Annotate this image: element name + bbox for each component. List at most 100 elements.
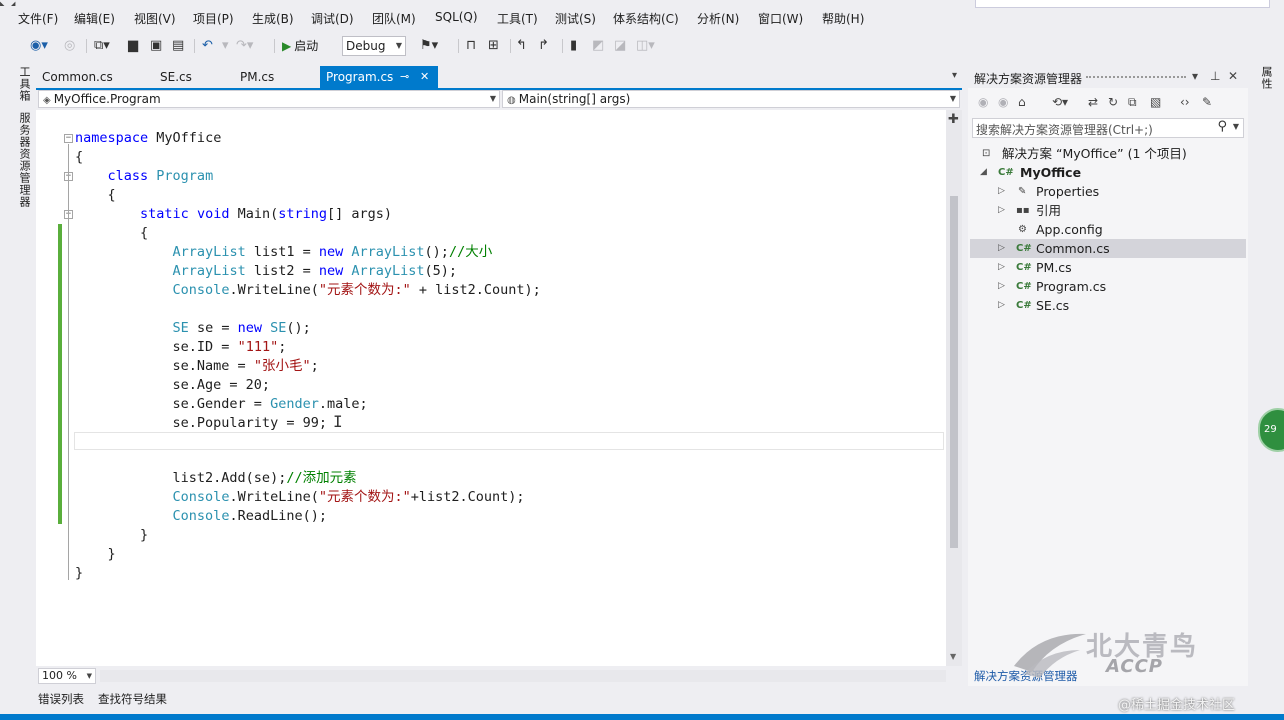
menu-view[interactable]: 视图(V) xyxy=(134,10,176,27)
scroll-down-icon[interactable]: ▼ xyxy=(950,652,956,661)
undo-dropdown-icon[interactable]: ▾ xyxy=(222,37,229,55)
tree-item-references[interactable]: ▷ ▪▪ 引用 xyxy=(970,201,1246,220)
solution-search-input[interactable]: 搜索解决方案资源管理器(Ctrl+;) ⚲ ▼ xyxy=(972,118,1244,138)
bookmark-icon[interactable]: ▮ xyxy=(570,37,577,55)
toolbar-separator xyxy=(562,39,563,53)
tree-item-program-cs[interactable]: ▷ C# Program.cs xyxy=(970,277,1246,296)
solution-configuration-select[interactable]: Debug ▼ xyxy=(342,36,406,56)
properties-wrench-icon[interactable]: ✎ xyxy=(1202,95,1212,109)
code-line: class Program xyxy=(75,167,214,186)
next-bookmark-icon[interactable]: ◪ xyxy=(614,37,626,55)
scrollbar-thumb[interactable] xyxy=(950,196,958,548)
show-all-files-icon[interactable]: ▧ xyxy=(1150,95,1161,109)
code-text: .male; xyxy=(318,396,368,412)
tree-item-app-config[interactable]: ⚙ App.config xyxy=(970,220,1246,239)
uncomment-icon[interactable]: ↱ xyxy=(538,37,549,55)
tree-item-se-cs[interactable]: ▷ C# SE.cs xyxy=(970,296,1246,315)
tree-item-pm-cs[interactable]: ▷ C# PM.cs xyxy=(970,258,1246,277)
collapsed-arrow-icon[interactable]: ▷ xyxy=(998,239,1005,258)
code-keyword: new xyxy=(318,244,344,260)
code-keyword: static xyxy=(140,206,189,222)
navigate-forward-icon[interactable]: ◎ xyxy=(64,37,75,55)
menu-tools[interactable]: 工具(T) xyxy=(497,10,538,27)
tree-item-common-cs[interactable]: ▷ C# Common.cs xyxy=(970,239,1246,258)
menu-file[interactable]: 文件(F) xyxy=(18,10,58,27)
collapsed-arrow-icon[interactable]: ▷ xyxy=(998,182,1005,201)
tab-overflow-chevron-icon[interactable]: ▾ xyxy=(952,70,957,81)
type-dropdown[interactable]: ◈ MyOffice.Program ▼ xyxy=(38,90,500,108)
sync-icon[interactable]: ⟲▾ xyxy=(1052,95,1068,109)
forward-icon[interactable]: ◉ xyxy=(998,95,1008,109)
chevron-down-icon[interactable]: ▼ xyxy=(1233,122,1239,131)
zoom-select[interactable]: 100 % ▼ xyxy=(38,668,96,684)
search-icon[interactable]: ⚲ xyxy=(1217,119,1227,134)
menu-build[interactable]: 生成(B) xyxy=(252,10,294,27)
home-icon[interactable]: ⌂ xyxy=(1018,95,1026,109)
collapse-icon[interactable]: − xyxy=(64,134,73,143)
tab-se-cs[interactable]: SE.cs xyxy=(154,66,228,88)
collapsed-arrow-icon[interactable]: ▷ xyxy=(998,201,1005,220)
quick-launch-input[interactable] xyxy=(975,0,1270,8)
menu-team[interactable]: 团队(M) xyxy=(372,10,416,27)
clear-bookmarks-icon[interactable]: ◫▾ xyxy=(636,37,655,55)
error-list-tab[interactable]: 错误列表 xyxy=(38,691,84,707)
tab-program-cs[interactable]: Program.cs ⊸ ✕ xyxy=(320,66,438,88)
editor-horizontal-scrollbar[interactable] xyxy=(100,670,946,682)
csharp-project-icon: C# xyxy=(998,167,1014,178)
collapse-all-icon[interactable]: ⧉ xyxy=(1128,95,1137,110)
properties-tab[interactable]: 属性 xyxy=(1258,66,1274,90)
back-icon[interactable]: ◉ xyxy=(978,95,988,109)
view-code-icon[interactable]: ‹› xyxy=(1180,95,1190,109)
menu-test[interactable]: 测试(S) xyxy=(555,10,596,27)
split-window-icon[interactable]: ✚ xyxy=(948,112,959,127)
menu-help[interactable]: 帮助(H) xyxy=(822,10,864,27)
menu-sql[interactable]: SQL(Q) xyxy=(435,10,478,24)
pin-icon[interactable]: ⊸ xyxy=(400,66,409,88)
solution-configurations-icon[interactable]: ⊓ xyxy=(466,37,476,55)
tab-pm-cs[interactable]: PM.cs xyxy=(234,66,314,88)
toolbox-tab[interactable]: 工具箱 xyxy=(16,66,32,102)
code-text: list1 = xyxy=(245,244,319,260)
close-icon[interactable]: ✕ xyxy=(1228,69,1238,83)
undo-icon[interactable]: ↶ xyxy=(202,37,213,55)
tab-common-cs[interactable]: Common.cs xyxy=(36,66,148,88)
server-explorer-tab[interactable]: 服务器资源管理器 xyxy=(16,112,32,208)
start-debugging-button[interactable]: ▶ 启动 xyxy=(282,37,318,55)
collapsed-arrow-icon[interactable]: ▷ xyxy=(998,277,1005,296)
tree-item-properties[interactable]: ▷ ✎ Properties xyxy=(970,182,1246,201)
tab-label: PM.cs xyxy=(240,70,275,84)
expanded-arrow-icon[interactable]: ◢ xyxy=(980,163,987,182)
new-project-icon[interactable]: ⧉▾ xyxy=(94,37,110,55)
tab-label: Program.cs xyxy=(326,70,394,84)
class-view-icon[interactable]: ⊞ xyxy=(488,37,499,55)
menu-debug[interactable]: 调试(D) xyxy=(311,10,354,27)
auto-hide-pin-icon[interactable]: ⊥ xyxy=(1210,69,1220,83)
collapsed-arrow-icon[interactable]: ▷ xyxy=(998,258,1005,277)
open-file-icon[interactable]: ▆ xyxy=(128,37,138,55)
find-in-files-icon[interactable]: ⚑▾ xyxy=(420,37,438,55)
menu-architecture[interactable]: 体系结构(C) xyxy=(613,10,679,27)
member-dropdown-value: Main(string[] args) xyxy=(518,92,631,106)
save-all-icon[interactable]: ▤ xyxy=(172,37,184,55)
tree-item-project[interactable]: ◢ C# MyOffice xyxy=(970,163,1246,182)
refresh-icon[interactable]: ↻ xyxy=(1108,95,1118,109)
collapsed-arrow-icon[interactable]: ▷ xyxy=(998,296,1005,315)
redo-icon[interactable]: ↷▾ xyxy=(236,37,253,55)
code-type: SE xyxy=(270,320,287,336)
comment-out-icon[interactable]: ↰ xyxy=(516,37,527,55)
previous-bookmark-icon[interactable]: ◩ xyxy=(592,37,604,55)
navigate-back-icon[interactable]: ◉▾ xyxy=(30,37,48,55)
drag-grip[interactable] xyxy=(1086,76,1186,80)
save-icon[interactable]: ▣ xyxy=(150,37,162,55)
menu-edit[interactable]: 编辑(E) xyxy=(74,10,115,27)
window-position-dropdown-icon[interactable]: ▾ xyxy=(1192,69,1198,83)
pending-changes-icon[interactable]: ⇄ xyxy=(1088,95,1098,109)
member-dropdown[interactable]: ◍ Main(string[] args) ▼ xyxy=(502,90,960,108)
menu-analyze[interactable]: 分析(N) xyxy=(697,10,739,27)
find-symbol-results-tab[interactable]: 查找符号结果 xyxy=(98,691,167,707)
menu-project[interactable]: 项目(P) xyxy=(193,10,234,27)
menu-window[interactable]: 窗口(W) xyxy=(758,10,803,27)
tree-item-solution[interactable]: ⊡ 解决方案 “MyOffice” (1 个项目) xyxy=(970,144,1246,163)
editor-vertical-scrollbar[interactable] xyxy=(946,110,962,666)
close-icon[interactable]: ✕ xyxy=(420,66,429,88)
